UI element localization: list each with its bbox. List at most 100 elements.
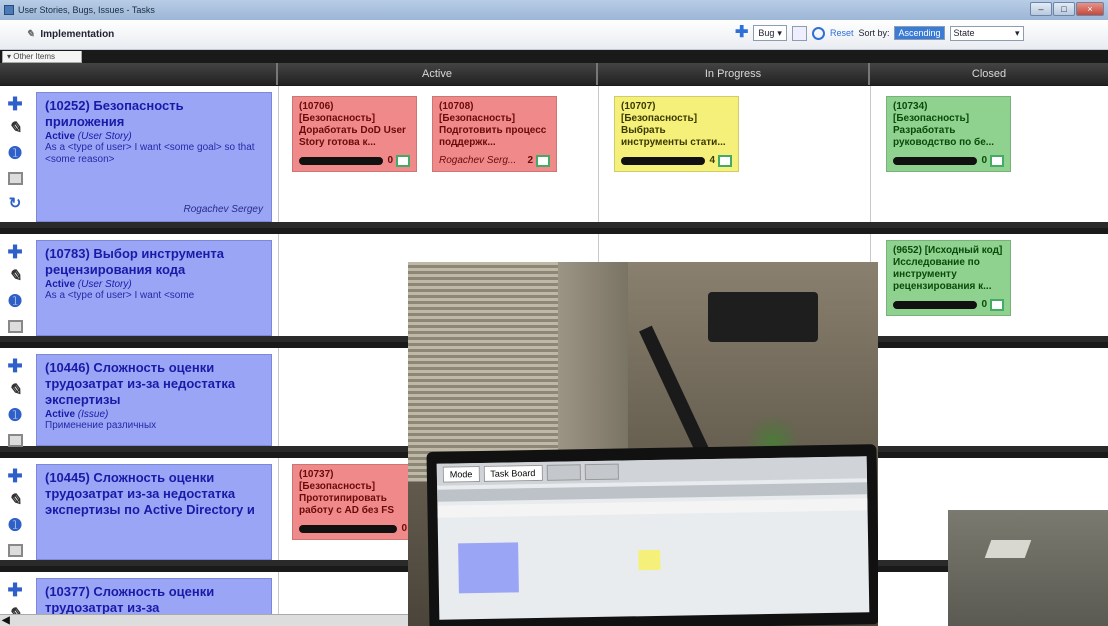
details-icon[interactable] [4, 169, 26, 189]
card-count: 4 [709, 155, 715, 166]
card-count: 0 [981, 299, 987, 310]
group-label: Implementation [40, 29, 115, 40]
story-title[interactable]: (10377) Сложность оценки трудозатрат из-… [45, 584, 263, 616]
story-card[interactable]: (10446) Сложность оценки трудозатрат из-… [36, 354, 272, 446]
projector [708, 292, 818, 342]
card-id: (10706) [299, 101, 334, 112]
sort-order-select[interactable]: Ascending [894, 26, 945, 40]
window-title: User Stories, Bugs, Issues - Tasks [18, 5, 155, 15]
card-detail-icon[interactable] [536, 155, 550, 167]
photo-tab-board: Task Board [483, 464, 543, 482]
card-count: 0 [387, 155, 393, 166]
story-description: Применение различных [45, 420, 157, 431]
details-icon[interactable] [4, 317, 26, 337]
add-task-icon[interactable]: ✚ [4, 580, 26, 600]
reset-icon[interactable] [811, 26, 825, 40]
card-detail-icon[interactable] [718, 155, 732, 167]
story-description: As a <type of user> I want <some [45, 290, 195, 301]
scroll-left-icon[interactable]: ◀ [2, 615, 10, 626]
story-title[interactable]: (10446) Сложность оценки трудозатрат из-… [45, 360, 263, 408]
card-text: [Безопасность] Прототипировать работу с … [299, 481, 395, 516]
card-id: (10707) [621, 101, 656, 112]
card-id: (9652) [893, 245, 922, 256]
minimize-button[interactable]: – [1030, 2, 1052, 16]
card-id: (10734) [893, 101, 928, 112]
sort-label: Sort by: [858, 28, 890, 38]
card-assignee: Rogachev Serg... [439, 155, 517, 166]
details-icon[interactable] [4, 431, 26, 451]
card-detail-icon[interactable] [990, 155, 1004, 167]
photo-story [458, 542, 519, 594]
other-items-label: Other Items [13, 52, 56, 61]
window-blinds [408, 262, 558, 482]
card-detail-icon[interactable] [396, 155, 410, 167]
state-icon[interactable]: ➊ [4, 144, 26, 164]
state-icon[interactable]: ➊ [4, 406, 26, 426]
redacted-name [299, 157, 384, 165]
card-id: (10737) [299, 469, 334, 480]
story-card[interactable]: (10445) Сложность оценки трудозатрат из-… [36, 464, 272, 560]
task-card[interactable]: (10706) [Безопасность] Доработать DoD Us… [292, 96, 417, 172]
projector-mount [639, 325, 711, 459]
column-header-active: Active [278, 63, 598, 85]
photo-tab-mode: Mode [442, 466, 480, 483]
story-state: Active (User Story) [45, 279, 263, 290]
swimlane: ✚ ✎ ➊ ↻ (10252) Безопасность приложения … [0, 86, 1108, 228]
add-task-icon[interactable]: ✚ [4, 356, 26, 376]
add-task-icon[interactable]: ✚ [4, 242, 26, 262]
new-type-value: Bug [758, 28, 775, 38]
redacted-name [299, 525, 398, 533]
lane-actions: ✚ ✎ ➊ [4, 466, 26, 561]
edit-icon[interactable]: ✎ [4, 267, 26, 287]
card-text: [Безопасность] Подготовить процесс подде… [439, 113, 547, 148]
story-owner: Rogachev Sergey [183, 204, 264, 215]
group-selector[interactable]: ✎ Implementation [26, 29, 114, 40]
story-card[interactable]: (10252) Безопасность приложения Active (… [36, 92, 272, 222]
story-title[interactable]: (10445) Сложность оценки трудозатрат из-… [45, 470, 263, 518]
close-button[interactable]: × [1076, 2, 1104, 16]
layout-icon[interactable] [791, 25, 807, 41]
refresh-icon[interactable]: ↻ [4, 194, 26, 214]
monitor: Mode Task Board ____ ____ [426, 444, 878, 626]
ceiling-light [984, 540, 1032, 558]
photo-note [638, 549, 661, 571]
task-card[interactable]: (10708) [Безопасность] Подготовить проце… [432, 96, 557, 172]
story-card[interactable]: (10783) Выбор инструмента рецензирования… [36, 240, 272, 336]
task-card[interactable]: (10707) [Безопасность] Выбрать инструмен… [614, 96, 739, 172]
column-header-closed: Closed [870, 63, 1108, 85]
edit-icon[interactable]: ✎ [4, 491, 26, 511]
story-title[interactable]: (10783) Выбор инструмента рецензирования… [45, 246, 263, 278]
new-type-select[interactable]: Bug ▾ [753, 25, 787, 41]
photo-tab: ____ [584, 463, 619, 481]
task-card[interactable]: (10734) [Безопасность] Разработать руков… [886, 96, 1011, 172]
window-controls: – □ × [1030, 2, 1104, 16]
state-icon[interactable]: ➊ [4, 516, 26, 536]
add-task-icon[interactable]: ✚ [4, 94, 26, 114]
story-title[interactable]: (10252) Безопасность приложения [45, 98, 263, 130]
card-text: [Безопасность] Разработать руководство п… [893, 113, 995, 148]
story-state: Active (Issue) [45, 409, 263, 420]
card-count: 2 [527, 155, 533, 166]
horizontal-scrollbar[interactable]: ◀ [0, 614, 408, 626]
edit-icon[interactable]: ✎ [4, 381, 26, 401]
story-state-value: Active [45, 279, 76, 290]
card-count: 0 [981, 155, 987, 166]
chevron-down-icon: ▾ [777, 27, 782, 38]
reset-button[interactable]: Reset [830, 28, 854, 38]
redacted-name [621, 157, 706, 165]
other-items-tab[interactable]: ▾ Other Items [2, 51, 82, 63]
card-count: 0 [401, 523, 407, 534]
card-detail-icon[interactable] [990, 299, 1004, 311]
monitor-screen: Mode Task Board ____ ____ [436, 456, 870, 620]
task-card[interactable]: (10737) [Безопасность] Прототипировать р… [292, 464, 417, 540]
maximize-button[interactable]: □ [1053, 2, 1075, 16]
sort-field-select[interactable]: State ▾ [949, 25, 1024, 41]
lane-actions: ✚ ✎ ➊ [4, 356, 26, 451]
task-card[interactable]: (9652) [Исходный код] Исследование по ин… [886, 240, 1011, 316]
state-icon[interactable]: ➊ [4, 292, 26, 312]
edit-icon[interactable]: ✎ [4, 119, 26, 139]
details-icon[interactable] [4, 541, 26, 561]
add-task-icon[interactable]: ✚ [4, 466, 26, 486]
overlay-photo: Mode Task Board ____ ____ [408, 262, 878, 626]
add-icon[interactable]: ✚ [735, 25, 748, 41]
